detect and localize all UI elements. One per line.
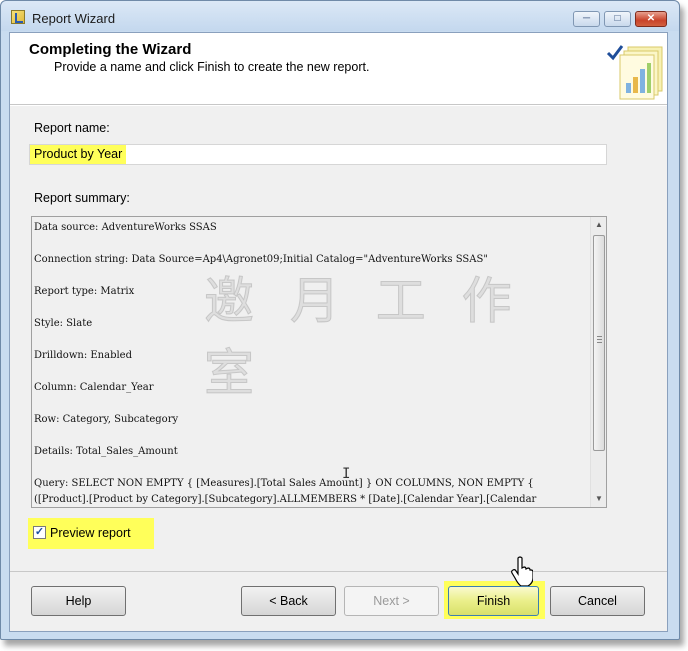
scroll-grip-icon	[597, 336, 602, 343]
report-summary-box[interactable]: Data source: AdventureWorks SSAS Connect…	[31, 216, 607, 508]
help-button[interactable]: Help	[31, 586, 126, 616]
summary-scrollbar[interactable]: ▲ ▼	[590, 217, 606, 507]
page-subtitle: Provide a name and click Finish to creat…	[54, 60, 370, 74]
preview-report-checkbox[interactable]: ✓	[33, 526, 46, 539]
preview-report-label: Preview report	[50, 526, 131, 540]
text-cursor-icon: I	[342, 466, 351, 482]
scroll-thumb[interactable]	[593, 235, 605, 451]
report-wizard-icon	[11, 10, 25, 24]
close-button[interactable]: ✕	[635, 11, 667, 27]
cancel-button[interactable]: Cancel	[550, 586, 645, 616]
page-title: Completing the Wizard	[29, 41, 192, 58]
summary-line: Connection string: Data Source=Ap4\Agron…	[34, 254, 488, 265]
report-name-label: Report name:	[34, 121, 110, 135]
summary-line: Drilldown: Enabled	[34, 350, 132, 361]
back-button[interactable]: < Back	[241, 586, 336, 616]
report-summary-text: Data source: AdventureWorks SSAS Connect…	[34, 221, 590, 507]
wizard-header: Completing the Wizard Provide a name and…	[10, 33, 667, 105]
next-button[interactable]: Next >	[344, 586, 439, 616]
window-title: Report Wizard	[32, 11, 116, 26]
summary-line: Data source: AdventureWorks SSAS	[34, 222, 217, 233]
summary-line: Details: Total_Sales_Amount	[34, 446, 178, 457]
report-name-input[interactable]: Product by Year	[29, 144, 607, 165]
scroll-up-arrow-icon[interactable]: ▲	[591, 217, 606, 233]
summary-line: ([Product].[Product by Category].[Subcat…	[34, 494, 537, 505]
report-wizard-window: Report Wizard ─ □ ✕ Completing the Wizar…	[0, 0, 680, 640]
wizard-report-chart-icon	[606, 45, 663, 100]
scroll-down-arrow-icon[interactable]: ▼	[591, 491, 606, 507]
summary-line: Report type: Matrix	[34, 286, 135, 297]
title-bar[interactable]: Report Wizard ─ □ ✕	[1, 1, 679, 31]
report-name-value: Product by Year	[30, 145, 127, 164]
finish-button[interactable]: Finish	[448, 586, 539, 616]
summary-line: Style: Slate	[34, 318, 93, 329]
wizard-footer: Help < Back Next > Finish Cancel	[10, 571, 667, 631]
report-summary-label: Report summary:	[34, 191, 130, 205]
wizard-content: Completing the Wizard Provide a name and…	[9, 32, 668, 632]
summary-line: Row: Category, Subcategory	[34, 414, 179, 425]
summary-line: Column: Calendar_Year	[34, 382, 154, 393]
preview-report-option[interactable]: ✓ Preview report	[28, 518, 154, 549]
minimize-button[interactable]: ─	[573, 11, 600, 27]
maximize-button[interactable]: □	[604, 11, 631, 27]
hand-pointer-icon	[511, 556, 533, 586]
summary-line: Query: SELECT NON EMPTY { [Measures].[To…	[34, 478, 534, 489]
wizard-body: Report name: Product by Year Report summ…	[10, 106, 667, 571]
